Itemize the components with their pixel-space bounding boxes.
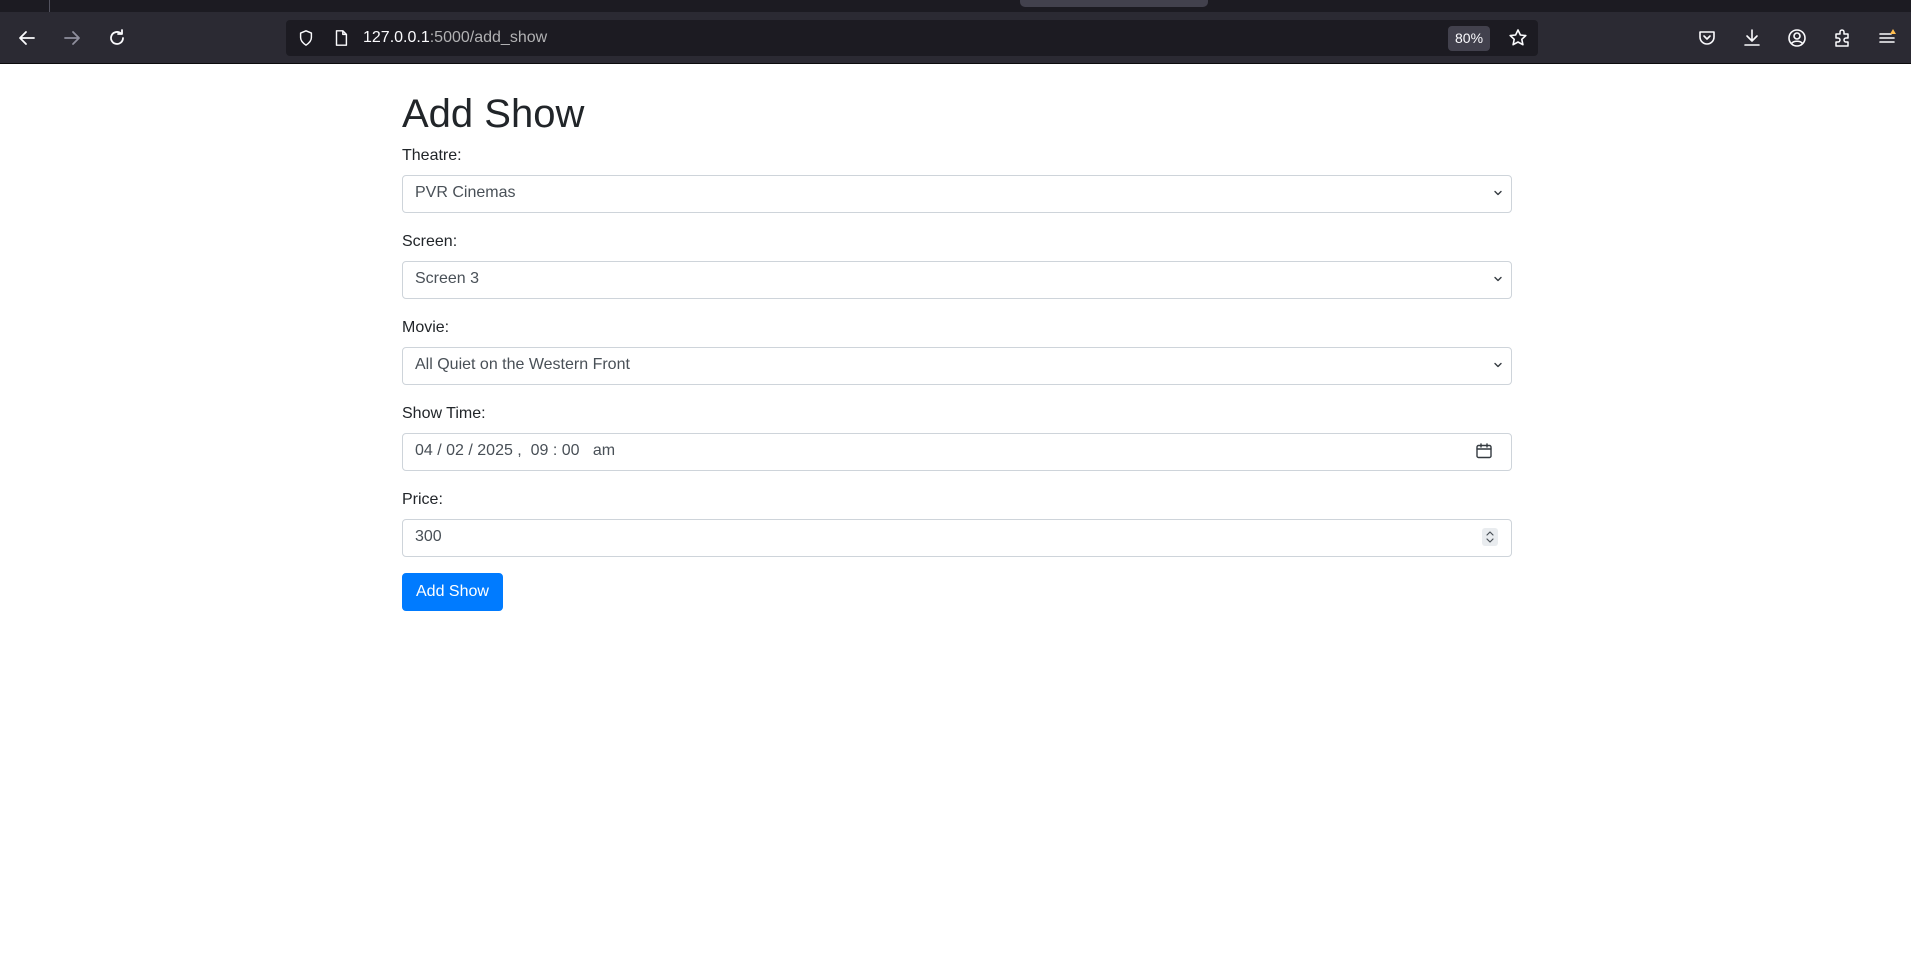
chevron-down-icon [1494, 362, 1502, 368]
screen-select[interactable]: Screen 3 [402, 261, 1512, 299]
chevron-down-icon [1494, 276, 1502, 282]
downloads-button[interactable] [1735, 21, 1769, 55]
movie-select-value: All Quiet on the Western Front [415, 356, 630, 373]
app-menu-button[interactable] [1870, 21, 1904, 55]
spinner-arrows-icon [1486, 531, 1494, 543]
reload-icon [110, 29, 124, 45]
extensions-icon [1835, 29, 1849, 47]
url-bar[interactable]: 127.0.0.1:5000/add_show 80% [286, 20, 1538, 56]
account-button[interactable] [1780, 21, 1814, 55]
price-label: Price: [402, 491, 443, 508]
calendar-icon[interactable] [1475, 442, 1493, 460]
price-input[interactable]: 300 [402, 519, 1512, 557]
account-icon [1788, 29, 1806, 47]
star-icon[interactable] [1508, 28, 1528, 48]
reload-button[interactable] [100, 21, 134, 55]
number-spinner[interactable] [1482, 528, 1498, 546]
url-path: :5000/add_show [429, 29, 548, 46]
download-icon [1744, 29, 1760, 46]
add-show-button[interactable]: Add Show [402, 573, 503, 611]
tab-strip [0, 0, 1911, 12]
showtime-label: Show Time: [402, 405, 486, 422]
theatre-select[interactable]: PVR Cinemas [402, 175, 1512, 213]
showtime-input-value: 04 / 02 / 2025 , 09 : 00 am [415, 442, 616, 459]
showtime-input[interactable]: 04 / 02 / 2025 , 09 : 00 am [402, 433, 1512, 471]
browser-toolbar: 127.0.0.1:5000/add_show 80% [0, 12, 1911, 64]
shield-icon[interactable] [296, 28, 316, 48]
movie-select[interactable]: All Quiet on the Western Front [402, 347, 1512, 385]
zoom-indicator[interactable]: 80% [1448, 26, 1491, 51]
page-title: Add Show [402, 92, 585, 136]
active-tab-indicator[interactable] [1020, 0, 1208, 7]
menu-icon [1879, 29, 1896, 43]
screen-label: Screen: [402, 233, 458, 250]
pocket-icon [1699, 31, 1715, 45]
extensions-button[interactable] [1825, 21, 1859, 55]
price-input-value: 300 [415, 528, 442, 545]
back-button[interactable] [10, 21, 44, 55]
url-text[interactable]: 127.0.0.1:5000/add_show [363, 29, 547, 47]
back-icon [19, 31, 35, 45]
movie-label: Movie: [402, 319, 450, 336]
chevron-down-icon [1494, 190, 1502, 196]
screen-select-value: Screen 3 [415, 270, 480, 287]
forward-icon [64, 31, 80, 45]
theatre-label: Theatre: [402, 147, 462, 164]
url-host: 127.0.0.1 [363, 29, 430, 46]
page-icon[interactable] [331, 28, 351, 48]
forward-button[interactable] [55, 21, 89, 55]
theatre-select-value: PVR Cinemas [415, 184, 516, 201]
pocket-button[interactable] [1690, 21, 1724, 55]
tab-separator [49, 0, 50, 12]
